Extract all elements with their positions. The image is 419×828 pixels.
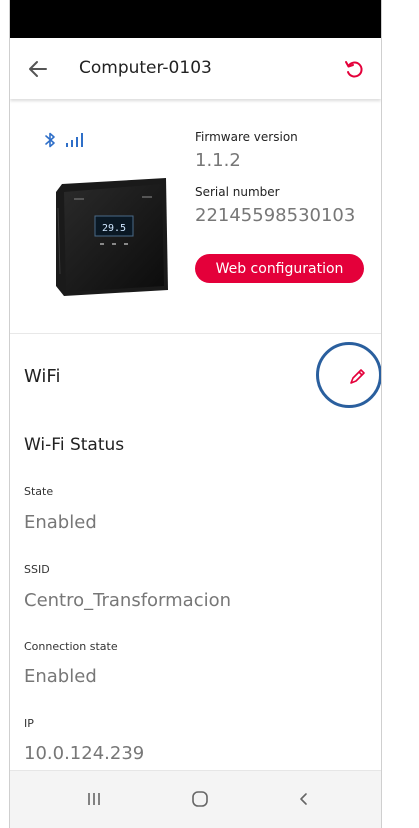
signal-bars-icon <box>66 133 83 147</box>
ssid-value: Centro_Transformacion <box>24 590 232 611</box>
wifi-status-title: Wi-Fi Status <box>24 435 125 455</box>
recents-icon <box>88 793 100 805</box>
nav-back-icon <box>300 793 307 805</box>
refresh-icon <box>345 61 363 78</box>
state-value: Enabled <box>24 512 97 533</box>
connection-state-value: Enabled <box>24 666 97 687</box>
app-header: Computer-0103 <box>10 38 381 99</box>
app-screen: Computer-0103 29.5 Firmware version 1.1.… <box>9 0 382 828</box>
device-details: Firmware version 1.1.2 Serial number 221… <box>195 130 355 226</box>
status-bar <box>10 0 381 38</box>
bluetooth-icon <box>45 132 55 148</box>
page-title: Computer-0103 <box>79 58 212 78</box>
home-icon <box>192 791 208 807</box>
connection-state-label: Connection state <box>24 640 118 653</box>
refresh-button[interactable] <box>343 58 365 80</box>
recents-button[interactable] <box>82 787 106 811</box>
web-configuration-button[interactable]: Web configuration <box>195 254 364 283</box>
serial-value: 22145598530103 <box>195 205 356 226</box>
firmware-value: 1.1.2 <box>195 150 241 171</box>
wifi-title: WiFi <box>24 366 61 387</box>
serial-label: Serial number <box>195 185 280 199</box>
device-screen-reading: 29.5 <box>102 223 126 234</box>
firmware-label: Firmware version <box>195 130 298 144</box>
edit-wifi-button[interactable] <box>346 366 368 388</box>
ip-value: 10.0.124.239 <box>24 743 145 764</box>
nav-back-button[interactable] <box>292 787 316 811</box>
system-nav-bar <box>10 770 381 828</box>
ssid-label: SSID <box>24 563 50 576</box>
thermostat-device-image: 29.5 <box>56 178 168 296</box>
home-button[interactable] <box>188 787 212 811</box>
state-label: State <box>24 485 54 498</box>
device-info-card: 29.5 Firmware version 1.1.2 Serial numbe… <box>10 100 381 334</box>
back-button[interactable] <box>24 55 52 83</box>
arrow-left-icon <box>29 61 47 77</box>
ip-label: IP <box>24 717 34 730</box>
pencil-icon <box>350 369 365 384</box>
